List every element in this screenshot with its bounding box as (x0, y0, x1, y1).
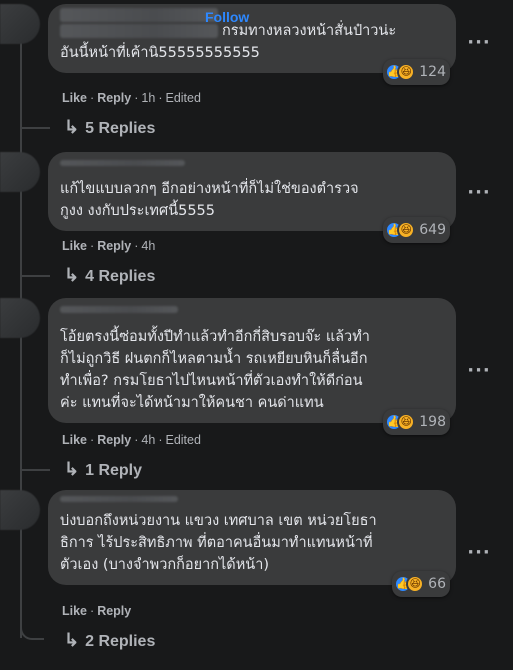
like-button[interactable]: Like (62, 91, 87, 105)
comment-actions: Like · Reply · 4h · Edited (62, 433, 201, 447)
author-name-line2 (60, 24, 218, 38)
author-name[interactable] (60, 496, 178, 502)
comment-2: แก้ไขแบบลวกๆ อีกอย่างหน้าที่ก็ไม่ใช่ของต… (48, 152, 456, 243)
replies-label: 1 Reply (85, 462, 143, 479)
comment-3: โอ้ยตรงนี้ซ่อมทั้งปีทำแล้วทำอีกกี่สิบรอบ… (48, 298, 456, 435)
avatar[interactable] (0, 152, 40, 192)
reply-arrow-icon: ↳ (64, 459, 80, 479)
replies-label: 5 Replies (85, 120, 156, 137)
more-options-icon[interactable]: ··· (465, 184, 493, 206)
comment-1: Follow กรมทางหลวงหน้าสั่นป๋าวน่ะ อันนี้ห… (48, 4, 458, 85)
reply-button[interactable]: Reply (97, 433, 131, 447)
reaction-count: 649 (419, 222, 446, 238)
reactions[interactable]: 👍 😆 198 (383, 409, 450, 435)
avatar[interactable] (0, 4, 40, 44)
reply-connector (20, 127, 50, 129)
more-options-icon[interactable]: ··· (465, 362, 493, 384)
author-name[interactable] (60, 160, 185, 166)
comment-text: ทำเพื่อ? กรมโยธาไปไหนหน้าที่ตัวเองทำให้ด… (60, 373, 363, 389)
comment-bubble: Follow กรมทางหลวงหน้าสั่นป๋าวน่ะ อันนี้ห… (48, 4, 456, 85)
reply-arrow-icon: ↳ (64, 265, 80, 285)
haha-reaction-icon: 😆 (406, 575, 425, 593)
comment-bubble: แก้ไขแบบลวกๆ อีกอย่างหน้าที่ก็ไม่ใช่ของต… (48, 152, 456, 243)
comment-actions: Like · Reply · 4h (62, 239, 156, 253)
avatar[interactable] (0, 298, 40, 338)
comment-bubble: โอ้ยตรงนี้ซ่อมทั้งปีทำแล้วทำอีกกี่สิบรอบ… (48, 298, 456, 435)
comment-actions: Like · Reply (62, 604, 132, 618)
like-button[interactable]: Like (62, 239, 87, 253)
timestamp[interactable]: 4h (141, 433, 155, 447)
reaction-count: 198 (419, 414, 446, 430)
reply-button[interactable]: Reply (97, 604, 131, 618)
comment-text: โอ้ยตรงนี้ซ่อมทั้งปีทำแล้วทำอีกกี่สิบรอบ… (60, 329, 370, 345)
comment-bubble: บ่งบอกถึงหน่วยงาน แขวง เทศบาล เขต หน่วยโ… (48, 490, 456, 597)
replies-label: 4 Replies (85, 268, 156, 285)
like-button[interactable]: Like (62, 433, 87, 447)
view-replies-button[interactable]: ↳ 1 Reply (64, 459, 142, 480)
reply-arrow-icon: ↳ (64, 630, 80, 650)
edited-label[interactable]: Edited (165, 433, 200, 447)
reply-connector (20, 469, 50, 471)
haha-reaction-icon: 😆 (397, 413, 416, 431)
avatar[interactable] (0, 490, 40, 530)
reply-connector (20, 275, 50, 277)
edited-label[interactable]: Edited (165, 91, 200, 105)
reactions[interactable]: 👍 😆 649 (383, 217, 450, 243)
comment-text: แก้ไขแบบลวกๆ อีกอย่างหน้าที่ก็ไม่ใช่ของต… (60, 181, 359, 197)
reactions[interactable]: 👍 😆 124 (383, 59, 450, 85)
timestamp[interactable]: 1h (141, 91, 155, 105)
reaction-count: 66 (428, 576, 446, 592)
comment-text: ก็ไม่ถูกวิธี ฝนตกก็ไหลตามน้ำ รถเหยียบหิน… (60, 351, 368, 367)
reaction-count: 124 (419, 64, 446, 80)
comment-actions: Like · Reply · 1h · Edited (62, 91, 201, 105)
reply-arrow-icon: ↳ (64, 117, 80, 137)
reactions[interactable]: 👍 😆 66 (392, 571, 450, 597)
replies-label: 2 Replies (85, 633, 156, 650)
view-replies-button[interactable]: ↳ 2 Replies (64, 630, 155, 651)
comment-4: บ่งบอกถึงหน่วยงาน แขวง เทศบาล เขต หน่วยโ… (48, 490, 456, 597)
like-button[interactable]: Like (62, 604, 87, 618)
view-replies-button[interactable]: ↳ 5 Replies (64, 117, 155, 138)
thread-line (20, 40, 22, 638)
timestamp[interactable]: 4h (141, 239, 155, 253)
more-options-icon[interactable]: ··· (465, 544, 493, 566)
comment-text: บ่งบอกถึงหน่วยงาน แขวง เทศบาล เขต หน่วยโ… (60, 513, 377, 529)
comment-text: ธิการ ไร้ประสิทธิภาพ ที่ตอาคนอื่นมาทำแทน… (60, 535, 373, 551)
view-replies-button[interactable]: ↳ 4 Replies (64, 265, 155, 286)
author-name[interactable] (60, 306, 178, 313)
reply-button[interactable]: Reply (97, 91, 131, 105)
haha-reaction-icon: 😆 (397, 221, 416, 239)
haha-reaction-icon: 😆 (397, 63, 416, 81)
more-options-icon[interactable]: ··· (465, 34, 493, 56)
thread-curve (20, 618, 44, 640)
reply-button[interactable]: Reply (97, 239, 131, 253)
comment-text: ตัวเอง (บางจำพวกก็อยากได้หน้า) (60, 557, 269, 573)
